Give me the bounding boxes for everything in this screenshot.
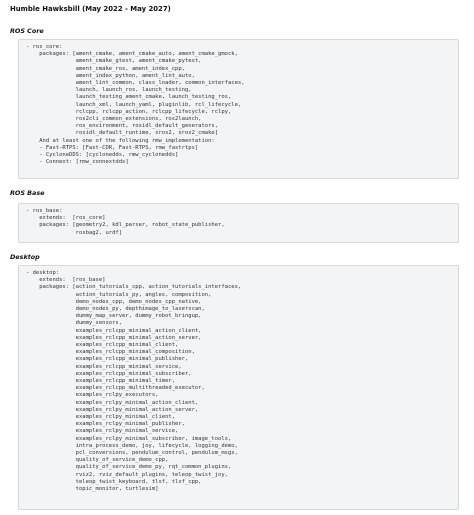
code-line: rclcpp, rclcpp_action, rclcpp_lifecycle,… bbox=[26, 108, 232, 115]
code-line: teleop_twist_keyboard, tlsf, tlsf_cpp, bbox=[26, 478, 202, 485]
code-line: examples_rclpy_minimal_action_server, bbox=[26, 406, 199, 413]
code-line: ament_cmake_ros, ament_index_cpp, bbox=[26, 65, 185, 72]
code-line: rosbag2, urdf] bbox=[26, 229, 123, 236]
code-block-ros-base: - ros_base: extends: [ros_core] packages… bbox=[18, 203, 459, 243]
code-line: examples_rclcpp_minimal_action_client, bbox=[26, 327, 202, 334]
code-line: demo_nodes_py, depthimage_to_laserscan, bbox=[26, 306, 205, 313]
code-line: examples_rclcpp_minimal_action_server, bbox=[26, 334, 202, 341]
code-block-ros-core: - ros_core: packages: [ament_cmake, amen… bbox=[18, 39, 459, 179]
section-heading-ros-core: ROS Core bbox=[10, 27, 44, 35]
code-line: dummy_sensors, bbox=[26, 320, 123, 327]
code-line: intra_process_demo, joy, lifecycle, logg… bbox=[26, 442, 238, 449]
code-line: extends: [ros_base] bbox=[26, 277, 106, 284]
code-line: packages: [action_tutorials_cpp, action_… bbox=[26, 284, 242, 291]
code-line: examples_rclpy_minimal_subscriber, image… bbox=[26, 435, 232, 442]
code-line: ament_cmake_gtest, ament_cmake_pytest, bbox=[26, 58, 202, 65]
code-line: rosidl_default_runtime, sros2, sros2_cma… bbox=[26, 130, 219, 137]
section-heading-ros-base: ROS Base bbox=[10, 189, 45, 197]
code-line: examples_rclcpp_minimal_client, bbox=[26, 342, 179, 349]
code-line: examples_rclcpp_minimal_composition, bbox=[26, 349, 195, 356]
code-line: ros_environment, rosidl_default_generato… bbox=[26, 123, 219, 130]
page-title: Humble Hawksbill (May 2022 - May 2027) bbox=[10, 5, 171, 13]
code-line: launch_xml, launch_yaml, pluginlib, rcl_… bbox=[26, 101, 242, 108]
code-line: examples_rclcpp_multithreaded_executor, bbox=[26, 385, 205, 392]
code-line: ament_lint_common, class_loader, common_… bbox=[26, 80, 245, 87]
code-line: quality_of_service_demo_cpp, bbox=[26, 457, 169, 464]
code-line: ros2cli_common_extensions, ros2launch, bbox=[26, 116, 202, 123]
code-line: examples_rclpy_minimal_client, bbox=[26, 414, 176, 421]
code-line: rviz2, rviz_default_plugins, teleop_twis… bbox=[26, 471, 228, 478]
code-line: packages: [ament_cmake, ament_cmake_auto… bbox=[26, 51, 238, 58]
code-text-desktop: - desktop: extends: [ros_base] packages:… bbox=[26, 270, 458, 493]
code-block-desktop: - desktop: extends: [ros_base] packages:… bbox=[18, 265, 459, 510]
code-line: packages: [geometry2, kdl_parser, robot_… bbox=[26, 222, 225, 229]
code-line: - Connext: [rmw_connextdds] bbox=[26, 159, 129, 166]
code-line: dummy_map_server, dummy_robot_bringup, bbox=[26, 313, 202, 320]
code-line: - ros_base: bbox=[26, 208, 63, 214]
document-page: Humble Hawksbill (May 2022 - May 2027) R… bbox=[0, 0, 474, 515]
code-text-ros-core: - ros_core: packages: [ament_cmake, amen… bbox=[26, 44, 458, 166]
code-line: launch_testing_ament_cmake, launch_testi… bbox=[26, 94, 232, 101]
code-line: pcl_conversions, pendulum_control, pendu… bbox=[26, 450, 238, 457]
code-line: examples_rclcpp_minimal_timer, bbox=[26, 378, 176, 385]
code-text-ros-base: - ros_base: extends: [ros_core] packages… bbox=[26, 208, 458, 237]
code-line: examples_rclpy_minimal_service, bbox=[26, 428, 179, 435]
code-line: quality_of_service_demo_py, rqt_common_p… bbox=[26, 464, 232, 471]
code-line: examples_rclcpp_minimal_subscriber, bbox=[26, 370, 192, 377]
code-line: examples_rclpy_minimal_publisher, bbox=[26, 421, 185, 428]
code-line: launch, launch_ros, launch_testing, bbox=[26, 87, 192, 94]
code-line: examples_rclpy_executors, bbox=[26, 392, 159, 399]
code-line: examples_rclcpp_minimal_publisher, bbox=[26, 356, 189, 363]
code-line: demo_nodes_cpp, demo_nodes_cpp_native, bbox=[26, 298, 202, 305]
code-line: ament_index_python, ament_lint_auto, bbox=[26, 72, 195, 79]
code-line: extends: [ros_core] bbox=[26, 215, 106, 222]
section-heading-desktop: Desktop bbox=[10, 253, 40, 261]
code-line: - ros_core: bbox=[26, 44, 63, 50]
code-line: - desktop: bbox=[26, 270, 60, 276]
code-line: - CycloneDDS: [cyclonedds, rmw_cyclonedd… bbox=[26, 152, 179, 159]
code-line: - Fast-RTPS: [Fast-CDR, Fast-RTPS, rmw_f… bbox=[26, 144, 199, 151]
code-line: action_tutorials_py, angles, composition… bbox=[26, 291, 212, 298]
code-line: And at least one of the following rmw_im… bbox=[26, 137, 215, 144]
code-line: topic_monitor, turtlesim] bbox=[26, 486, 159, 493]
code-line: examples_rclcpp_minimal_service, bbox=[26, 363, 182, 370]
code-line: examples_rclpy_minimal_action_client, bbox=[26, 399, 199, 406]
